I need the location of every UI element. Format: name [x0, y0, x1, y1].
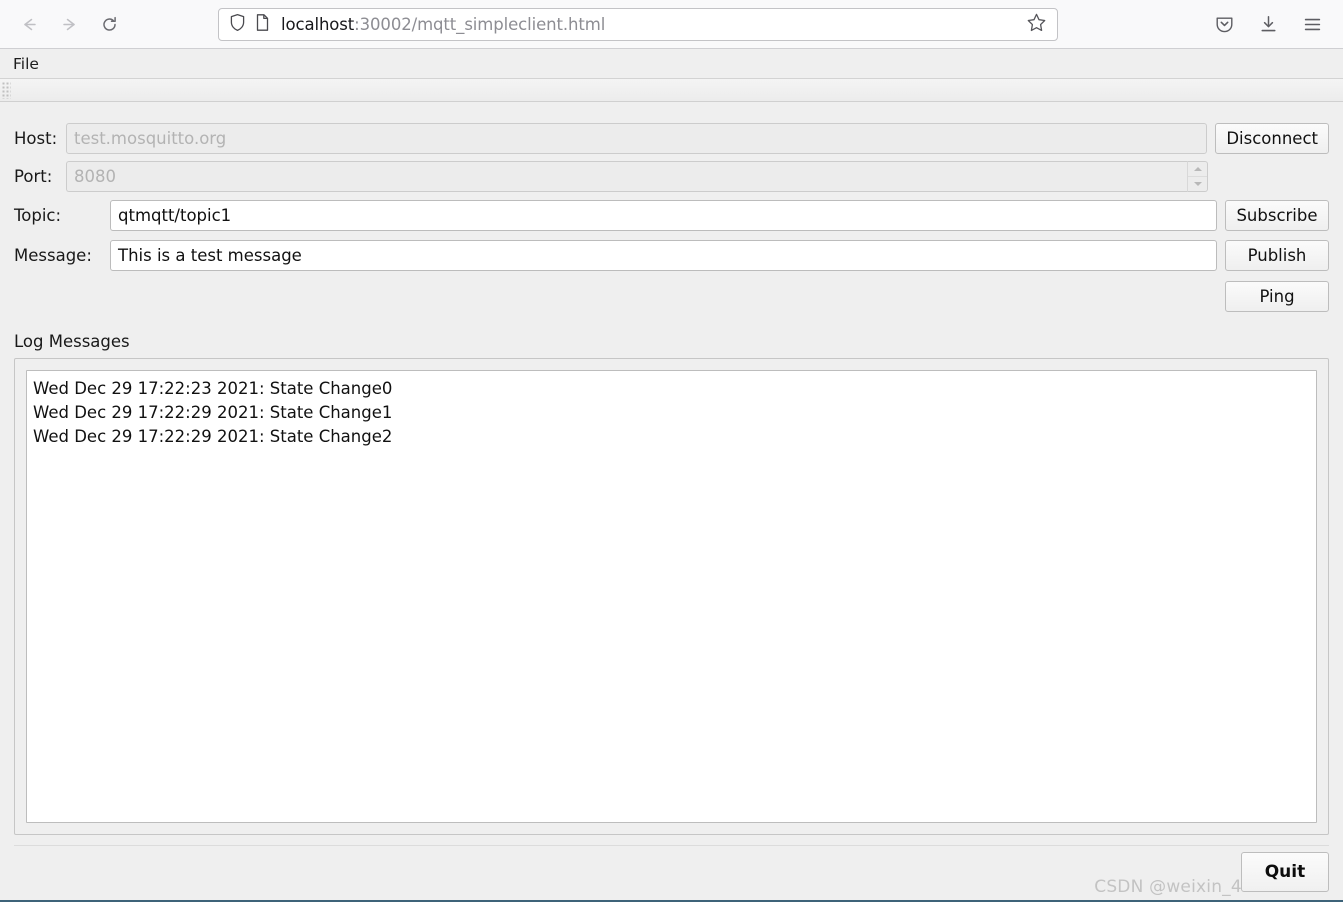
- chevron-down-icon: [1193, 182, 1202, 186]
- mqtt-client-window: File Host: test.mosquitto.org Disconnect…: [0, 49, 1343, 902]
- menu-item-file[interactable]: File: [8, 53, 44, 75]
- url-bar-icons: [229, 13, 270, 36]
- forward-button[interactable]: [54, 9, 84, 39]
- browser-toolbar-right: [1211, 11, 1329, 37]
- shield-icon[interactable]: [229, 13, 246, 36]
- url-text[interactable]: localhost:30002/mqtt_simpleclient.html: [281, 15, 1023, 34]
- port-input[interactable]: 8080: [66, 161, 1187, 192]
- port-spinbox[interactable]: 8080: [66, 161, 1208, 192]
- host-input[interactable]: test.mosquitto.org: [66, 123, 1208, 154]
- port-label: Port:: [14, 167, 53, 186]
- quit-button[interactable]: Quit: [1241, 852, 1329, 892]
- arrow-right-icon: [60, 15, 79, 34]
- pocket-icon: [1214, 14, 1235, 35]
- url-path: :30002/mqtt_simpleclient.html: [354, 14, 606, 34]
- message-input[interactable]: This is a test message: [110, 240, 1217, 271]
- pocket-button[interactable]: [1211, 11, 1237, 37]
- reload-icon: [100, 15, 119, 34]
- subscribe-button[interactable]: Subscribe: [1225, 200, 1329, 231]
- log-messages-textarea[interactable]: Wed Dec 29 17:22:23 2021: State Change0 …: [26, 370, 1317, 823]
- log-messages-group: Wed Dec 29 17:22:23 2021: State Change0 …: [14, 358, 1329, 835]
- main-content: Host: test.mosquitto.org Disconnect Port…: [0, 102, 1343, 902]
- menu-bar: File: [0, 49, 1343, 79]
- bookmark-button[interactable]: [1023, 11, 1049, 37]
- downloads-button[interactable]: [1255, 11, 1281, 37]
- log-line: Wed Dec 29 17:22:29 2021: State Change2: [33, 427, 393, 446]
- host-row: Host: test.mosquitto.org Disconnect: [14, 122, 1329, 155]
- connection-form: Host: test.mosquitto.org Disconnect Port…: [14, 122, 1329, 314]
- message-row: Message: This is a test message Publish: [14, 238, 1329, 273]
- publish-button[interactable]: Publish: [1225, 240, 1329, 271]
- chevron-up-icon: [1193, 167, 1202, 171]
- tool-bar: [0, 79, 1343, 102]
- star-icon: [1026, 12, 1047, 37]
- download-icon: [1258, 14, 1279, 35]
- port-spin-buttons[interactable]: [1187, 161, 1208, 192]
- log-messages-title: Log Messages: [14, 332, 130, 351]
- browser-nav-buttons: [14, 9, 124, 39]
- url-bar[interactable]: localhost:30002/mqtt_simpleclient.html: [218, 7, 1058, 41]
- browser-chrome: localhost:30002/mqtt_simpleclient.html: [0, 0, 1343, 49]
- url-host: localhost: [281, 14, 355, 34]
- message-label: Message:: [14, 246, 92, 265]
- host-label: Host:: [14, 129, 58, 148]
- hamburger-menu-icon: [1302, 14, 1323, 35]
- app-menu-button[interactable]: [1299, 11, 1325, 37]
- port-spin-down-button[interactable]: [1188, 177, 1207, 191]
- back-button[interactable]: [14, 9, 44, 39]
- ping-button[interactable]: Ping: [1225, 281, 1329, 312]
- topic-row: Topic: qtmqtt/topic1 Subscribe: [14, 198, 1329, 233]
- drag-handle-icon[interactable]: [2, 81, 11, 99]
- disconnect-button[interactable]: Disconnect: [1215, 123, 1329, 154]
- log-line: Wed Dec 29 17:22:29 2021: State Change1: [33, 403, 393, 422]
- page-icon[interactable]: [255, 13, 270, 36]
- port-row: Port: 8080: [14, 160, 1329, 193]
- ping-row: Ping: [14, 279, 1329, 314]
- reload-button[interactable]: [94, 9, 124, 39]
- topic-input[interactable]: qtmqtt/topic1: [110, 200, 1217, 231]
- topic-label: Topic:: [14, 206, 62, 225]
- port-spin-up-button[interactable]: [1188, 162, 1207, 177]
- log-line: Wed Dec 29 17:22:23 2021: State Change0: [33, 379, 393, 398]
- arrow-left-icon: [20, 15, 39, 34]
- footer-bar: CSDN @weixin_43927399 Quit: [14, 845, 1329, 902]
